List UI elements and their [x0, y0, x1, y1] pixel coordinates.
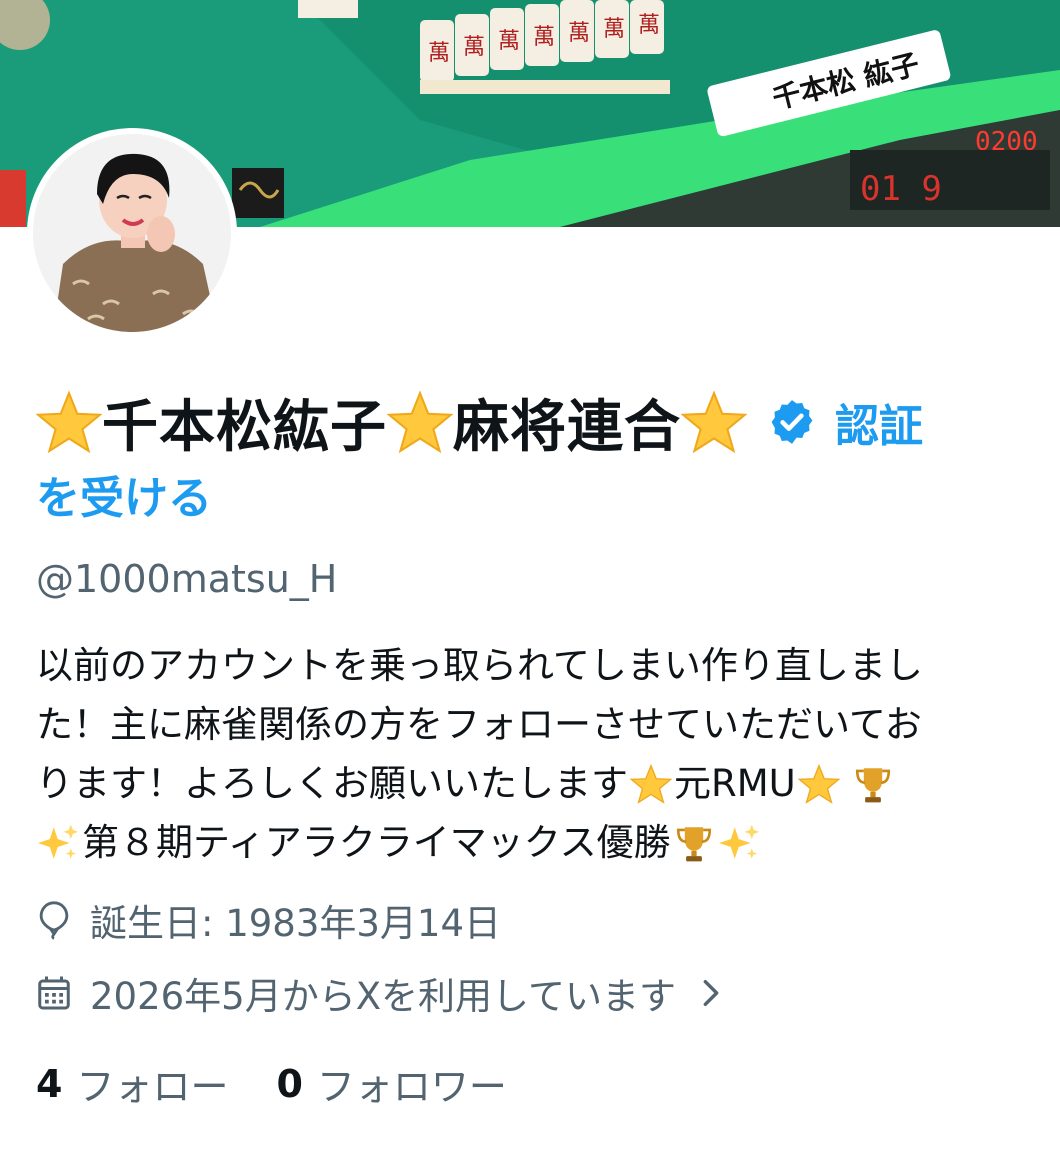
trophy-emoji-icon: [855, 767, 890, 802]
following-label: フォロー: [76, 1065, 229, 1109]
svg-text:01 9: 01 9: [860, 169, 942, 209]
sparkles-emoji-icon: [718, 824, 759, 859]
svg-text:萬: 萬: [428, 41, 450, 66]
star-emoji-icon: [797, 763, 840, 804]
bio-line: 第８期ティアラクライマックス優勝: [82, 821, 671, 864]
following-link[interactable]: 4 フォロー: [36, 1056, 228, 1111]
star-emoji-icon: [630, 763, 672, 804]
verified-badge-icon[interactable]: [767, 397, 817, 447]
balloon-icon: [39, 901, 69, 940]
follow-stats: 4 フォロー 0 フォロワー: [36, 1056, 555, 1111]
svg-text:萬: 萬: [463, 35, 485, 60]
svg-text:萬: 萬: [568, 21, 590, 46]
followers-link[interactable]: 0 フォロワー: [276, 1056, 506, 1111]
sparkles-emoji-icon: [38, 824, 79, 859]
get-verified-link[interactable]: 認証: [835, 390, 923, 454]
following-count: 4: [36, 1061, 63, 1106]
followers-label: フォロワー: [316, 1065, 507, 1109]
profile-bio: 以前のアカウントを乗っ取られてしまい作り直しまし た！主に麻雀関係の方をフォロー…: [36, 636, 1036, 872]
svg-text:萬: 萬: [533, 25, 555, 50]
trophy-emoji-icon: [676, 826, 711, 861]
display-name-part1: 千本松紘子: [102, 394, 387, 460]
bio-text: 元RMU: [674, 762, 796, 805]
joined-text: 2026年5月からXを利用しています: [90, 975, 676, 1018]
birthday-row: 誕生日: 1983年3月14日: [36, 893, 501, 947]
avatar-photo: [33, 134, 231, 332]
bio-line: た！主に麻雀関係の方をフォローさせていただいてお: [36, 703, 922, 746]
calendar-icon: [38, 976, 70, 1010]
profile-handle: @1000matsu_H: [36, 557, 338, 601]
star-emoji-icon: [387, 390, 453, 454]
get-verified-link-continued[interactable]: を受ける: [36, 462, 212, 526]
svg-text:萬: 萬: [603, 17, 625, 42]
star-emoji-icon: [36, 390, 102, 454]
bio-line: ります！よろしくお願いいたします: [36, 762, 628, 805]
profile-name-block: 千本松紘子 麻将連合 認証: [36, 384, 1036, 460]
svg-text:萬: 萬: [638, 13, 660, 38]
star-emoji-icon: [681, 390, 747, 454]
followers-count: 0: [276, 1061, 303, 1106]
svg-text:萬: 萬: [498, 29, 520, 54]
profile-avatar[interactable]: [27, 128, 237, 338]
display-name-part2: 麻将連合: [453, 394, 681, 460]
joined-row[interactable]: 2026年5月からXを利用しています: [36, 966, 724, 1020]
birthday-text: 誕生日: 1983年3月14日: [90, 902, 502, 945]
chevron-right-icon[interactable]: [698, 976, 724, 1010]
bio-line: 以前のアカウントを乗っ取られてしまい作り直しまし: [36, 644, 923, 687]
